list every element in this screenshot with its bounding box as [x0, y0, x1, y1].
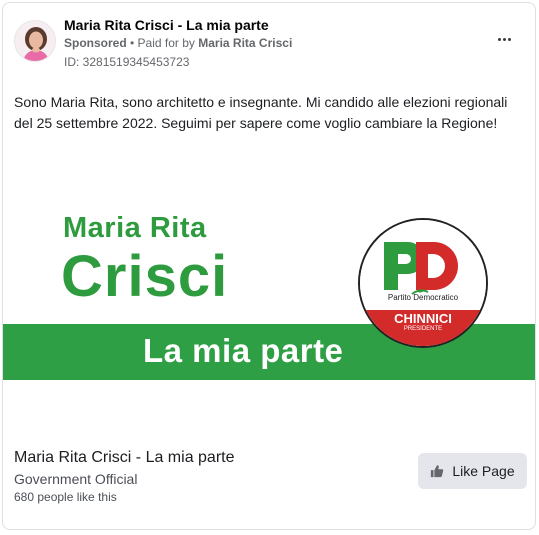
ad-creative-image[interactable]: Maria Rita Crisci La mia parte Partito D…: [3, 151, 535, 431]
paid-for-prefix: Paid for by: [137, 36, 199, 50]
footer-category: Government Official: [14, 471, 138, 487]
avatar-portrait: [15, 21, 55, 61]
sponsored-line: Sponsored • Paid for by Maria Rita Crisc…: [64, 36, 292, 50]
creative-first-name: Maria Rita: [63, 212, 207, 244]
more-horizontal-icon: [497, 37, 501, 41]
party-name: Partito Democratico: [387, 293, 459, 302]
candidate-name: CHINNICI: [394, 311, 452, 326]
page-name-link[interactable]: Maria Rita Crisci - La mia parte: [64, 17, 269, 33]
footer-page-name[interactable]: Maria Rita Crisci - La mia parte: [14, 449, 235, 467]
creative-last-name: Crisci: [61, 244, 229, 309]
creative-slogan: La mia parte: [143, 332, 344, 369]
like-page-label: Like Page: [452, 463, 515, 479]
payer-name[interactable]: Maria Rita Crisci: [198, 36, 292, 50]
thumbs-up-icon: [431, 465, 444, 478]
page-avatar[interactable]: [14, 20, 56, 62]
sponsored-label[interactable]: Sponsored: [64, 36, 127, 50]
ad-card: Maria Rita Crisci - La mia parte Sponsor…: [2, 2, 536, 530]
more-dot: [502, 37, 506, 41]
ad-id: ID: 3281519345453723: [64, 55, 190, 69]
more-options-button[interactable]: [493, 31, 515, 47]
meta-separator: •: [126, 36, 138, 50]
party-logo: Partito Democratico CHINNICI PRESIDENTE: [358, 218, 488, 348]
footer-like-count: 680 people like this: [14, 490, 117, 504]
more-dot: [507, 37, 511, 41]
post-body-text: Sono Maria Rita, sono architetto e inseg…: [14, 94, 508, 131]
candidate-role: PRESIDENTE: [403, 326, 443, 332]
like-page-button[interactable]: Like Page: [418, 453, 527, 489]
